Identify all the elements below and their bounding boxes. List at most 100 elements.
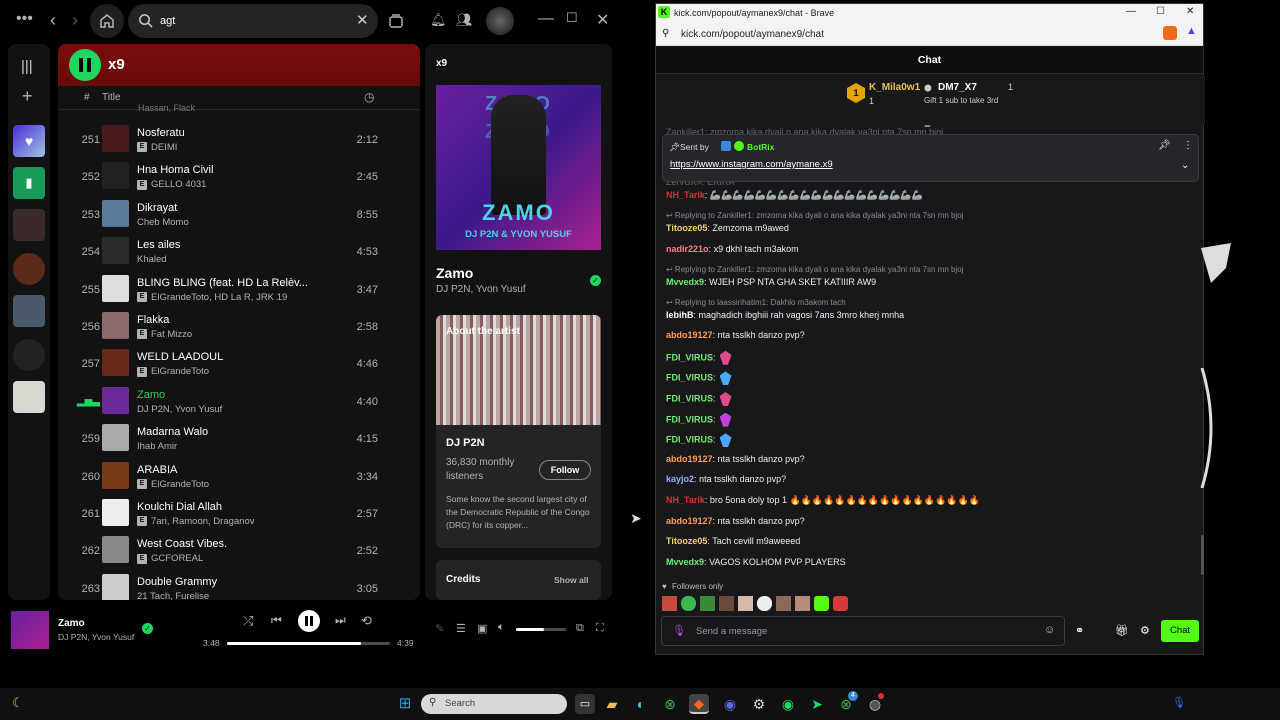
track-title[interactable]: Dikrayat xyxy=(137,202,327,214)
track-row[interactable]: 252 Hna Homa Civil E GELLO 4031 2:45 xyxy=(58,159,420,196)
mic-tray-icon[interactable]: 🎙︎ xyxy=(1172,696,1186,709)
track-row[interactable]: 262 West Coast Vibes. E GCFOREAL 2:52 xyxy=(58,533,420,570)
chat-username[interactable]: lebihB xyxy=(666,310,694,320)
track-artist-text[interactable]: 7ari, Ramoon, Draganov xyxy=(151,516,255,527)
track-row[interactable]: 263 Double Grammy 21 Tach, Furelise 3:05 xyxy=(58,571,420,600)
chat-username[interactable]: abdo19127 xyxy=(666,330,713,340)
track-row[interactable]: 261 Koulchi Dial Allah E 7ari, Ramoon, Drag… xyxy=(58,496,420,533)
track-row[interactable]: 259 Madarna Walo Ihab Amir 4:15 xyxy=(58,421,420,458)
track-row[interactable]: 255 BLING BLING (feat. HD La Relèv... E ElG… xyxy=(58,272,420,309)
maximize-icon[interactable]: ☐ xyxy=(566,10,578,26)
gift-icon[interactable]: 🎁︎ xyxy=(1115,624,1129,637)
emote-icon[interactable] xyxy=(814,596,829,611)
track-title[interactable]: Madarna Walo xyxy=(137,426,327,438)
previous-icon[interactable]: ⏮︎ xyxy=(271,613,282,628)
track-row[interactable]: 257 WELD LAADOUL E ElGrandeToto 4:46 xyxy=(58,346,420,383)
check-icon[interactable]: ✓ xyxy=(142,623,153,634)
artist-thumb[interactable] xyxy=(13,253,45,285)
chat-username[interactable]: NH_Tarik xyxy=(666,190,705,200)
brave-shield-icon[interactable] xyxy=(1163,26,1177,40)
track-row[interactable]: 251 Nosferatu E DEIMI 2:12 xyxy=(58,122,420,159)
track-artist[interactable]: Khaled xyxy=(137,254,327,265)
emote-icon[interactable] xyxy=(719,392,732,406)
taskbar-search[interactable]: ⚲ Search xyxy=(421,694,567,714)
track-artist[interactable]: DJ P2N, Yvon Yusuf xyxy=(137,404,327,415)
track-artist-text[interactable]: ElGrandeToto xyxy=(151,479,209,490)
about-artist-card[interactable]: About the artist DJ P2N 36,830 monthly l… xyxy=(436,315,601,548)
liked-songs-thumb[interactable]: ♥ xyxy=(13,125,45,157)
emote-icon[interactable] xyxy=(738,596,753,611)
track-artist-text[interactable]: 21 Tach, Furelise xyxy=(137,591,209,600)
follow-button[interactable]: Follow xyxy=(539,460,591,480)
brave-icon[interactable]: ◆ xyxy=(689,694,709,714)
track-title[interactable]: Zamo xyxy=(137,389,327,401)
emote-icon[interactable] xyxy=(719,596,734,611)
weather-icon[interactable]: ☾ xyxy=(12,695,24,711)
maximize-icon[interactable]: ☐ xyxy=(1156,6,1165,17)
track-title[interactable]: WELD LAADOUL xyxy=(137,351,327,363)
track-artist[interactable]: E DEIMI xyxy=(137,142,327,153)
obs-icon[interactable]: ⚙ xyxy=(749,694,769,714)
player-title[interactable]: Zamo xyxy=(58,618,85,629)
file-explorer-icon[interactable]: ▰ xyxy=(602,694,622,714)
repeat-icon[interactable]: ⟲ xyxy=(361,613,372,629)
np-artists[interactable]: DJ P2N, Yvon Yusuf xyxy=(436,284,526,295)
spotify-icon[interactable]: ◉ xyxy=(778,694,798,714)
track-artist-text[interactable]: ElGrandeToto xyxy=(151,366,209,377)
emote-icon[interactable] xyxy=(719,412,732,427)
track-row[interactable]: 253 Dikrayat Cheb Momo 8:55 xyxy=(58,197,420,234)
chat-username[interactable]: FDI_VIRUS xyxy=(666,414,713,424)
chat-username[interactable]: FDI_VIRUS xyxy=(666,373,713,383)
track-artist-text[interactable]: Khaled xyxy=(137,254,167,265)
track-title[interactable]: BLING BLING (feat. HD La Relèv... xyxy=(137,277,327,289)
track-artist-text[interactable]: GELLO 4031 xyxy=(151,179,206,190)
emote-icon[interactable] xyxy=(776,596,791,611)
chat-username[interactable]: FDI_VIRUS xyxy=(666,435,713,445)
chat-username[interactable]: Titooze05 xyxy=(666,223,707,233)
check-icon[interactable]: ✓ xyxy=(590,275,601,286)
shuffle-icon[interactable]: ⤮ xyxy=(243,613,253,629)
track-artist[interactable]: E ElGrandeToto, HD La R, JRK 19 xyxy=(137,292,327,303)
playlist-thumb[interactable] xyxy=(13,381,45,413)
track-artist[interactable]: E GELLO 4031 xyxy=(137,179,327,190)
player-pause-button[interactable] xyxy=(298,610,320,632)
mic-icon[interactable]: 🎙︎ xyxy=(672,624,686,637)
device-icon[interactable]: ▣ xyxy=(477,622,487,635)
chat-send-button[interactable]: Chat xyxy=(1161,620,1199,642)
scroll-down-icon[interactable]: ≡ xyxy=(924,125,931,131)
track-row[interactable]: 260 ARABIA E ElGrandeToto 3:34 xyxy=(58,459,420,496)
track-row[interactable]: 254 Les ailes Khaled 4:53 xyxy=(58,234,420,271)
track-artist-text[interactable]: Ihab Amir xyxy=(137,441,177,452)
lyrics-icon[interactable]: ✎ xyxy=(435,622,444,635)
leader-2-name[interactable]: DM7_X7 xyxy=(938,82,977,93)
volume-icon[interactable]: 🔈︎ xyxy=(498,621,505,634)
track-artist-text[interactable]: DJ P2N, Yvon Yusuf xyxy=(137,404,222,415)
track-row[interactable]: ▂▅▃ Zamo DJ P2N, Yvon Yusuf 4:40 xyxy=(58,384,420,421)
settings-icon[interactable]: ⚙ xyxy=(1140,624,1150,637)
track-title[interactable]: Les ailes xyxy=(137,239,327,251)
play-pause-button[interactable] xyxy=(69,49,101,81)
kicks-icon[interactable]: ⚭ xyxy=(1075,624,1084,637)
artist-name[interactable]: DJ P2N xyxy=(446,437,485,449)
emote-icon[interactable] xyxy=(719,371,732,386)
chat-username[interactable]: Mvvedx9 xyxy=(666,557,704,567)
search-input[interactable]: agt xyxy=(160,15,175,27)
track-title[interactable]: Koulchi Dial Allah xyxy=(137,501,327,513)
track-title[interactable]: Flakka xyxy=(137,314,327,326)
chat-scrollbar[interactable] xyxy=(1201,535,1204,575)
clear-search-icon[interactable]: ✕ xyxy=(356,11,369,29)
back-icon[interactable]: ‹ xyxy=(50,10,56,31)
more-icon[interactable]: ••• xyxy=(16,10,33,28)
queue-icon[interactable]: ☰ xyxy=(456,622,466,635)
track-row[interactable]: 256 Flakka E Fat Mizzo 2:58 xyxy=(58,309,420,346)
add-icon[interactable]: + xyxy=(22,86,33,107)
reply-context[interactable]: ↩ Replying to Zankiller1: zmzoma kika dy… xyxy=(666,211,964,220)
minimize-icon[interactable]: — xyxy=(538,10,554,28)
leader-1-name[interactable]: K_Mila0w1 xyxy=(869,82,920,93)
more-options-icon[interactable]: ⋮ xyxy=(1183,140,1193,151)
avatar[interactable] xyxy=(486,7,514,35)
emote-icon[interactable] xyxy=(700,596,715,611)
player-artist[interactable]: DJ P2N, Yvon Yusuf xyxy=(58,632,134,642)
pinned-sender[interactable]: BotRix xyxy=(747,142,774,152)
next-icon[interactable]: ⏭︎ xyxy=(335,613,346,628)
